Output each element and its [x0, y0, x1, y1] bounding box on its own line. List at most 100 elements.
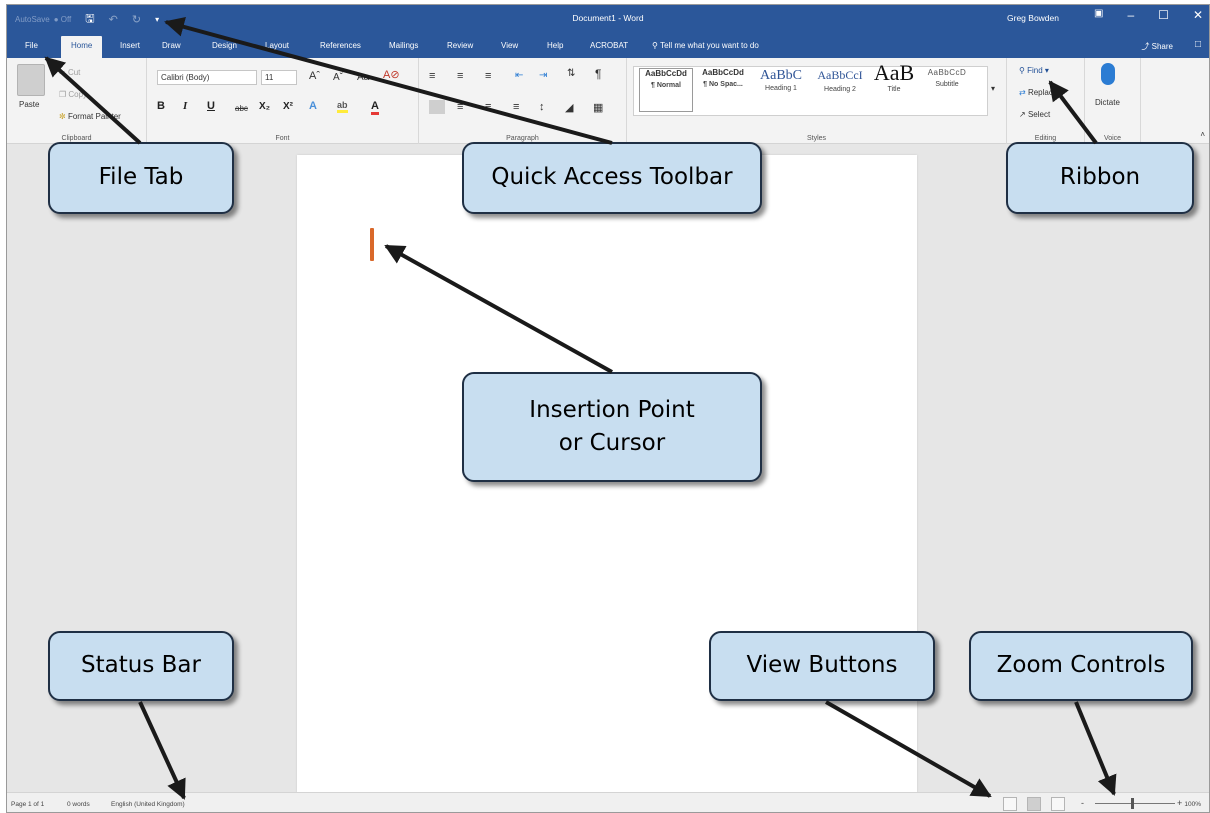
cursor-arrow-icon: ↗	[1019, 110, 1026, 119]
numbering-icon[interactable]: ≡	[457, 70, 463, 82]
text-effects-icon[interactable]: A	[309, 100, 317, 112]
window-controls: ▣ – ☐ ✕	[1094, 8, 1203, 22]
callout-status-bar: Status Bar	[48, 631, 234, 701]
grow-font-icon[interactable]: Aˆ	[309, 70, 320, 82]
borders-icon[interactable]: ▦	[593, 101, 603, 114]
tab-file[interactable]: File	[25, 41, 38, 50]
tab-home[interactable]: Home	[61, 36, 103, 58]
callout-file-tab: File Tab	[48, 142, 234, 214]
language-indicator[interactable]: English (United Kingdom)	[111, 801, 185, 808]
paragraph-group-label: Paragraph	[506, 135, 539, 142]
paste-icon[interactable]	[17, 64, 45, 96]
tab-layout[interactable]: Layout	[265, 41, 289, 50]
font-group-label: Font	[275, 135, 290, 142]
zoom-in-button[interactable]: +	[1177, 798, 1182, 808]
tab-review[interactable]: Review	[447, 41, 473, 50]
tab-help[interactable]: Help	[547, 41, 563, 50]
close-icon[interactable]: ✕	[1193, 8, 1203, 22]
zoom-out-button[interactable]: -	[1081, 798, 1084, 808]
maximize-icon[interactable]: ☐	[1158, 8, 1169, 22]
tab-mailings[interactable]: Mailings	[389, 41, 418, 50]
find-button[interactable]: ⚲ Find ▾	[1019, 66, 1049, 75]
bullets-icon[interactable]: ≡	[429, 70, 435, 82]
voice-group-label: Voice	[1103, 135, 1122, 142]
callout-text: Quick Access Toolbar	[491, 164, 733, 191]
shading-icon[interactable]: ◢	[565, 101, 573, 114]
font-color-icon[interactable]: A	[371, 100, 379, 115]
clear-formatting-icon[interactable]: A⊘	[383, 68, 400, 81]
ribbon-display-icon[interactable]: ▣	[1094, 8, 1103, 22]
read-mode-button[interactable]	[1003, 797, 1017, 811]
tab-acrobat[interactable]: ACROBAT	[590, 41, 628, 50]
ribbon: Paste ✂ Cut ❐ Copy ✼ Format Painter Clip…	[7, 58, 1209, 144]
tab-draw[interactable]: Draw	[162, 41, 181, 50]
style-heading-1[interactable]: AaBbC Heading 1	[753, 68, 809, 112]
justify-icon[interactable]: ≡	[513, 101, 519, 113]
callout-insertion-point: Insertion Point or Cursor	[462, 372, 762, 482]
tell-me-text: Tell me what you want to do	[660, 41, 759, 50]
web-layout-button[interactable]	[1051, 797, 1065, 811]
increase-indent-icon[interactable]: ⇥	[539, 70, 547, 81]
zoom-level[interactable]: 100%	[1184, 801, 1201, 808]
style-title[interactable]: AaB Title	[871, 60, 917, 104]
tab-view[interactable]: View	[501, 41, 518, 50]
underline-icon[interactable]: U	[207, 100, 215, 112]
align-left-icon[interactable]	[429, 100, 445, 114]
share-label: Share	[1151, 42, 1173, 51]
share-button[interactable]: ⤴ Share	[1141, 41, 1173, 52]
paste-button[interactable]: Paste	[19, 100, 39, 109]
style-name: Subtitle	[935, 81, 959, 88]
zoom-slider-thumb[interactable]	[1131, 798, 1134, 809]
paragraph-group: ≡ ≡ ≡ ⇤ ⇥ ⇅ ¶ ≡ ≡ ≡ ↕ ◢ ▦ Paragraph	[419, 58, 627, 144]
tab-references[interactable]: References	[320, 41, 361, 50]
decrease-indent-icon[interactable]: ⇤	[515, 70, 523, 81]
user-name[interactable]: Greg Bowden	[1007, 13, 1059, 23]
subscript-icon[interactable]: X₂	[259, 101, 270, 112]
replace-button[interactable]: ⇄ Replace	[1019, 88, 1057, 97]
style-heading-2[interactable]: AaBbCcI Heading 2	[811, 68, 869, 112]
microphone-icon[interactable]	[1101, 63, 1115, 85]
dictate-button[interactable]: Dictate	[1095, 98, 1120, 107]
editing-group-label: Editing	[1034, 135, 1057, 142]
callout-quick-access-toolbar: Quick Access Toolbar	[462, 142, 762, 214]
word-count[interactable]: 0 words	[67, 801, 90, 808]
tell-me-box[interactable]: ⚲ Tell me what you want to do	[652, 41, 759, 50]
minimize-icon[interactable]: –	[1127, 8, 1134, 22]
select-button[interactable]: ↗ Select	[1019, 110, 1050, 119]
highlight-icon[interactable]: ab	[337, 100, 348, 113]
callout-text: Status Bar	[81, 652, 201, 679]
zoom-slider-track[interactable]	[1095, 803, 1175, 804]
strikethrough-icon[interactable]: abc	[235, 104, 248, 113]
cut-button[interactable]: ✂ Cut	[59, 68, 80, 77]
tab-insert[interactable]: Insert	[120, 41, 140, 50]
superscript-icon[interactable]: X²	[283, 101, 293, 112]
line-spacing-icon[interactable]: ↕	[539, 101, 545, 113]
copy-button[interactable]: ❐ Copy	[59, 90, 87, 99]
font-family-select[interactable]: Calibri (Body)	[157, 70, 257, 85]
copy-icon: ❐	[59, 90, 67, 99]
print-layout-button[interactable]	[1027, 797, 1041, 811]
multilevel-list-icon[interactable]: ≡	[485, 70, 491, 82]
styles-more-icon[interactable]: ▾	[991, 84, 995, 93]
style-name: Heading 2	[824, 86, 856, 93]
collapse-ribbon-icon[interactable]: ˄	[1200, 130, 1205, 139]
show-formatting-icon[interactable]: ¶	[595, 67, 601, 81]
sort-icon[interactable]: ⇅	[567, 68, 575, 79]
italic-icon[interactable]: I	[183, 100, 187, 112]
shrink-font-icon[interactable]: Aˇ	[333, 72, 343, 83]
page-count[interactable]: Page 1 of 1	[11, 801, 44, 808]
title-bar: AutoSave ● Off 🖫 ↶ ↻ ▾ Document1 - Word …	[7, 5, 1209, 33]
tab-design[interactable]: Design	[212, 41, 237, 50]
insertion-point	[370, 228, 374, 261]
bold-icon[interactable]: B	[157, 100, 165, 112]
font-size-select[interactable]: 11	[261, 70, 297, 85]
style-subtitle[interactable]: AaBbCcD Subtitle	[919, 68, 975, 112]
change-case-icon[interactable]: Aa	[357, 72, 369, 83]
format-painter-button[interactable]: ✼ Format Painter	[59, 112, 121, 121]
comments-icon[interactable]: □	[1195, 39, 1201, 50]
style-no-spacing[interactable]: AaBbCcDd ¶ No Spac...	[695, 68, 751, 112]
align-center-icon[interactable]: ≡	[457, 101, 463, 113]
style-name: ¶ Normal	[651, 82, 681, 89]
style-normal[interactable]: AaBbCcDd ¶ Normal	[639, 68, 693, 112]
align-right-icon[interactable]: ≡	[485, 101, 491, 113]
